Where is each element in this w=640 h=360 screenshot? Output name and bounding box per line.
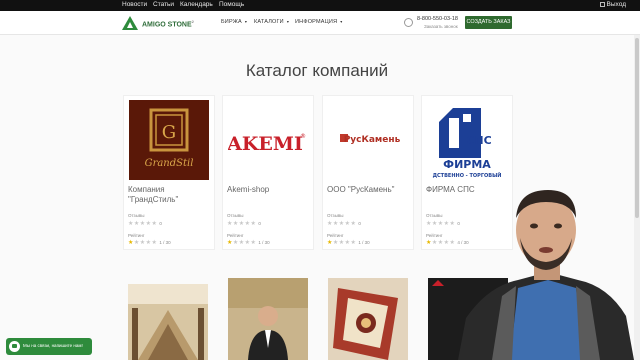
nav-information[interactable]: ИНФОРМАЦИЯ ▾ <box>295 19 342 25</box>
reviews-label: Отзывы <box>327 213 344 218</box>
company-logo[interactable]: AKEMI ® <box>228 100 308 180</box>
rating-label: Рейтинг <box>128 233 145 238</box>
phone-icon <box>404 18 413 27</box>
logout-label: Выход <box>606 1 626 8</box>
reviews-count: 0 <box>258 221 261 226</box>
chevron-down-icon: ▾ <box>286 19 290 24</box>
company-card[interactable]: РусКамень ООО "РусКамень" Отзывы ★★★★★ 0 … <box>322 95 414 250</box>
company-image-mosaic[interactable] <box>328 278 408 360</box>
topnav-news-link[interactable]: Новости <box>122 1 147 8</box>
nav-catalogs[interactable]: КАТАЛОГИ ▾ <box>254 19 289 25</box>
company-card[interactable]: G GrandStil Компания "ГрандСтиль" Отзывы… <box>123 95 215 250</box>
logo-registered-mark: ® <box>300 133 306 140</box>
rating-label: Рейтинг <box>327 233 344 238</box>
chat-icon <box>9 341 20 352</box>
logout-link[interactable]: Выход <box>599 1 626 8</box>
reviews-label: Отзывы <box>227 213 244 218</box>
create-order-button[interactable]: СОЗДАТЬ ЗАКАЗ <box>465 16 512 29</box>
company-name[interactable]: ООО "РусКамень" <box>327 185 413 195</box>
company-image-staircase[interactable] <box>128 284 208 360</box>
chevron-down-icon: ▾ <box>340 19 343 24</box>
logo-text: РусКамень <box>344 135 401 145</box>
rating-stars: ★★★★★ 1 / 30 <box>227 240 270 246</box>
chevron-down-icon: ▾ <box>244 19 248 24</box>
reviews-count: 0 <box>358 221 361 226</box>
logo-text: СПС <box>466 134 491 147</box>
scrollbar-thumb[interactable] <box>635 38 639 218</box>
logout-icon <box>599 2 605 7</box>
topnav-help-link[interactable]: Помощь <box>219 1 244 8</box>
rating-label: Рейтинг <box>227 233 244 238</box>
callback-link[interactable]: Заказать звонок <box>424 24 458 29</box>
rating-stars: ★★★★★ 1 / 30 <box>128 240 171 246</box>
video-overlay-person <box>458 190 634 360</box>
company-card[interactable]: AKEMI ® Akemi-shop Отзывы ★★★★★ 0 Рейтинг… <box>222 95 314 250</box>
staircase-photo-icon <box>128 284 208 360</box>
company-logo[interactable]: G GrandStil <box>129 100 209 180</box>
logo-text: AKEMI <box>228 133 303 155</box>
svg-text:G: G <box>162 122 176 143</box>
rating-stars: ★★★★★ 1 / 30 <box>327 240 370 246</box>
logo-superscript: 2 <box>191 19 194 24</box>
mosaic-photo-icon <box>328 278 408 360</box>
topnav-calendar-link[interactable]: Календарь <box>180 1 213 8</box>
logo-mountain-icon[interactable] <box>122 16 138 30</box>
chat-label: Мы на связи, напишите нам! <box>23 343 83 348</box>
reviews-count: 0 <box>159 221 162 226</box>
nav-exchange[interactable]: БИРЖА ▾ <box>221 19 247 25</box>
logo-text: GrandStil <box>145 158 194 169</box>
page-title: Каталог компаний <box>245 61 389 80</box>
company-logo[interactable]: РусКамень <box>328 100 408 180</box>
logo-text: AMIGO STONE <box>142 21 192 29</box>
rating-count: 1 / 30 <box>159 240 171 245</box>
reviews-label: Отзывы <box>426 213 443 218</box>
nav-catalogs-label: КАТАЛОГИ <box>254 19 284 25</box>
site-header: AMIGO STONE2 БИРЖА ▾ КАТАЛОГИ ▾ ИНФОРМАЦИЯ… <box>0 11 640 35</box>
rating-label: Рейтинг <box>426 233 443 238</box>
site-logo[interactable]: AMIGO STONE2 <box>142 19 194 28</box>
reviews-label: Отзывы <box>128 213 145 218</box>
phone-number[interactable]: 8-800-550-03-18 <box>417 16 458 22</box>
ruskamen-logo-icon: РусКамень <box>340 134 401 145</box>
akemi-logo-icon: AKEMI ® <box>228 133 306 155</box>
reviews-stars: ★★★★★ 0 <box>227 221 261 227</box>
reviews-stars: ★★★★★ 0 <box>426 221 460 227</box>
rating-count: 1 / 30 <box>258 240 270 245</box>
person-photo-icon <box>228 278 308 360</box>
reviews-stars: ★★★★★ 0 <box>128 221 162 227</box>
company-image-person[interactable] <box>228 278 308 360</box>
chat-widget[interactable]: Мы на связи, напишите нам! <box>6 338 92 355</box>
company-name[interactable]: Компания "ГрандСтиль" <box>128 185 214 205</box>
nav-information-label: ИНФОРМАЦИЯ <box>295 19 338 25</box>
company-name[interactable]: Akemi-shop <box>227 185 313 195</box>
grandstil-logo-icon: G GrandStil <box>129 100 209 180</box>
nav-exchange-label: БИРЖА <box>221 19 242 25</box>
rating-count: 1 / 30 <box>358 240 370 245</box>
topnav-articles-link[interactable]: Статьи <box>153 1 174 8</box>
top-bar: Новости Статьи Календарь Помощь Выход <box>0 0 640 11</box>
reviews-stars: ★★★★★ 0 <box>327 221 361 227</box>
